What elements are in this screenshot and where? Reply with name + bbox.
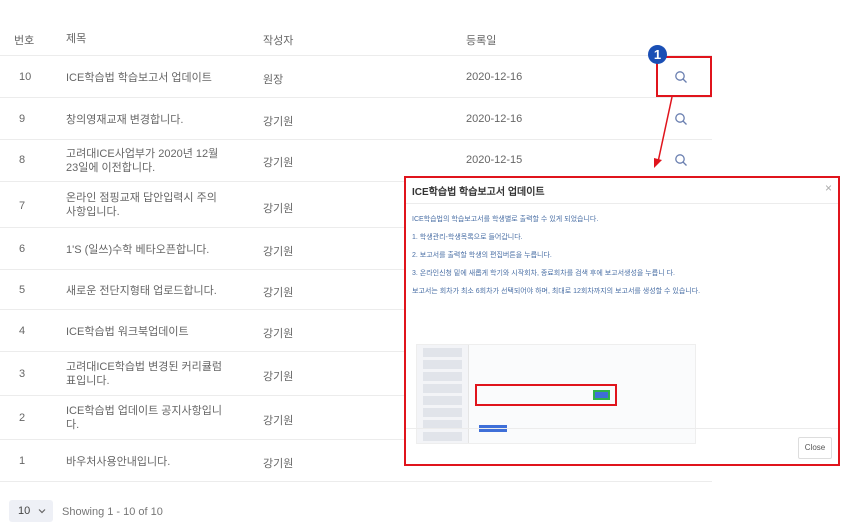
row-date: 2020-12-16 [466, 113, 523, 125]
row-title[interactable]: 고려대ICE사업부가 2020년 12월 23일에 이전합니다. [66, 147, 226, 175]
header-date: 등록일 [466, 35, 497, 47]
row-title[interactable]: 새로운 전단지형태 업로드합니다. [66, 284, 226, 298]
close-icon[interactable]: × [825, 181, 832, 195]
table-header: 번호 제목 작성자 등록일 [0, 22, 712, 56]
row-title[interactable]: 온라인 점핑교재 답안입력시 주의사항입니다. [66, 191, 226, 219]
search-icon[interactable] [674, 153, 688, 167]
row-author: 강기원 [263, 328, 294, 340]
row-no: 6 [19, 243, 26, 255]
row-no: 8 [19, 154, 26, 166]
row-title[interactable]: ICE학습법 업데이트 공지사항입니다. [66, 404, 226, 432]
row-no: 2 [19, 412, 26, 424]
modal-text: 보고서는 회차가 최소 6회차가 선택되어야 하며, 최대로 12회차까지의 보… [412, 288, 701, 295]
modal-header: ICE학습법 학습보고서 업데이트 × [406, 178, 838, 204]
row-date: 2020-12-16 [466, 71, 523, 83]
row-author: 강기원 [263, 287, 294, 299]
notice-modal: ICE학습법 학습보고서 업데이트 × ICE학습법의 학습보고서를 학생별로 … [404, 176, 840, 466]
modal-title: ICE학습법 학습보고서 업데이트 [412, 187, 545, 198]
row-date: 2020-12-15 [466, 154, 523, 166]
row-author: 강기원 [263, 116, 294, 128]
highlight-box [656, 56, 712, 97]
header-author: 작성자 [263, 35, 294, 47]
header-title: 제목 [66, 33, 87, 45]
modal-text: ICE학습법의 학습보고서를 학생별로 출력할 수 있게 되었습니다. [412, 216, 599, 223]
row-author: 강기원 [263, 246, 294, 258]
row-title[interactable]: 1'S (일쓰)수학 베타오픈합니다. [66, 243, 226, 257]
row-title[interactable]: 바우처사용안내입니다. [66, 455, 226, 469]
row-no: 1 [19, 455, 26, 467]
table-row[interactable]: 9 창의영재교재 변경합니다. 강기원 2020-12-16 [0, 98, 712, 140]
row-author: 강기원 [263, 371, 294, 383]
row-author: 강기원 [263, 203, 294, 215]
row-no: 3 [19, 368, 26, 380]
per-page-select[interactable]: 10 [9, 500, 53, 522]
close-button[interactable]: Close [798, 437, 832, 459]
modal-text: 3. 온라인신청 밑에 새롭게 학기와 시작회차, 종료회차를 검색 후에 보고… [412, 270, 675, 277]
row-author: 강기원 [263, 458, 294, 470]
per-page-value: 10 [18, 505, 31, 517]
row-no: 7 [19, 200, 26, 212]
embedded-report-button [593, 390, 610, 400]
search-icon[interactable] [674, 112, 688, 126]
header-no: 번호 [14, 35, 35, 47]
row-title[interactable]: ICE학습법 학습보고서 업데이트 [66, 71, 226, 85]
row-title[interactable]: 고려대ICE학습법 변경된 커리큘럼 표입니다. [66, 360, 226, 388]
modal-footer: Close [406, 428, 838, 464]
modal-text: 2. 보고서를 출력할 학생의 편집버튼을 누릅니다. [412, 252, 552, 259]
row-title[interactable]: 창의영재교재 변경합니다. [66, 113, 226, 127]
row-author: 강기원 [263, 415, 294, 427]
table-row[interactable]: 10 ICE학습법 학습보고서 업데이트 원장 2020-12-16 [0, 56, 712, 98]
chevron-down-icon [37, 506, 47, 519]
row-author: 원장 [263, 74, 284, 86]
row-author: 강기원 [263, 157, 294, 169]
row-no: 5 [19, 284, 26, 296]
modal-text: 1. 학생관리-학생목록으로 들어갑니다. [412, 234, 523, 241]
row-no: 4 [19, 325, 26, 337]
row-no: 10 [19, 71, 32, 83]
step-badge: 1 [648, 45, 667, 64]
pagination-summary: Showing 1 - 10 of 10 [62, 506, 163, 518]
row-no: 9 [19, 113, 26, 125]
row-title[interactable]: ICE학습법 워크북업데이트 [66, 325, 226, 339]
